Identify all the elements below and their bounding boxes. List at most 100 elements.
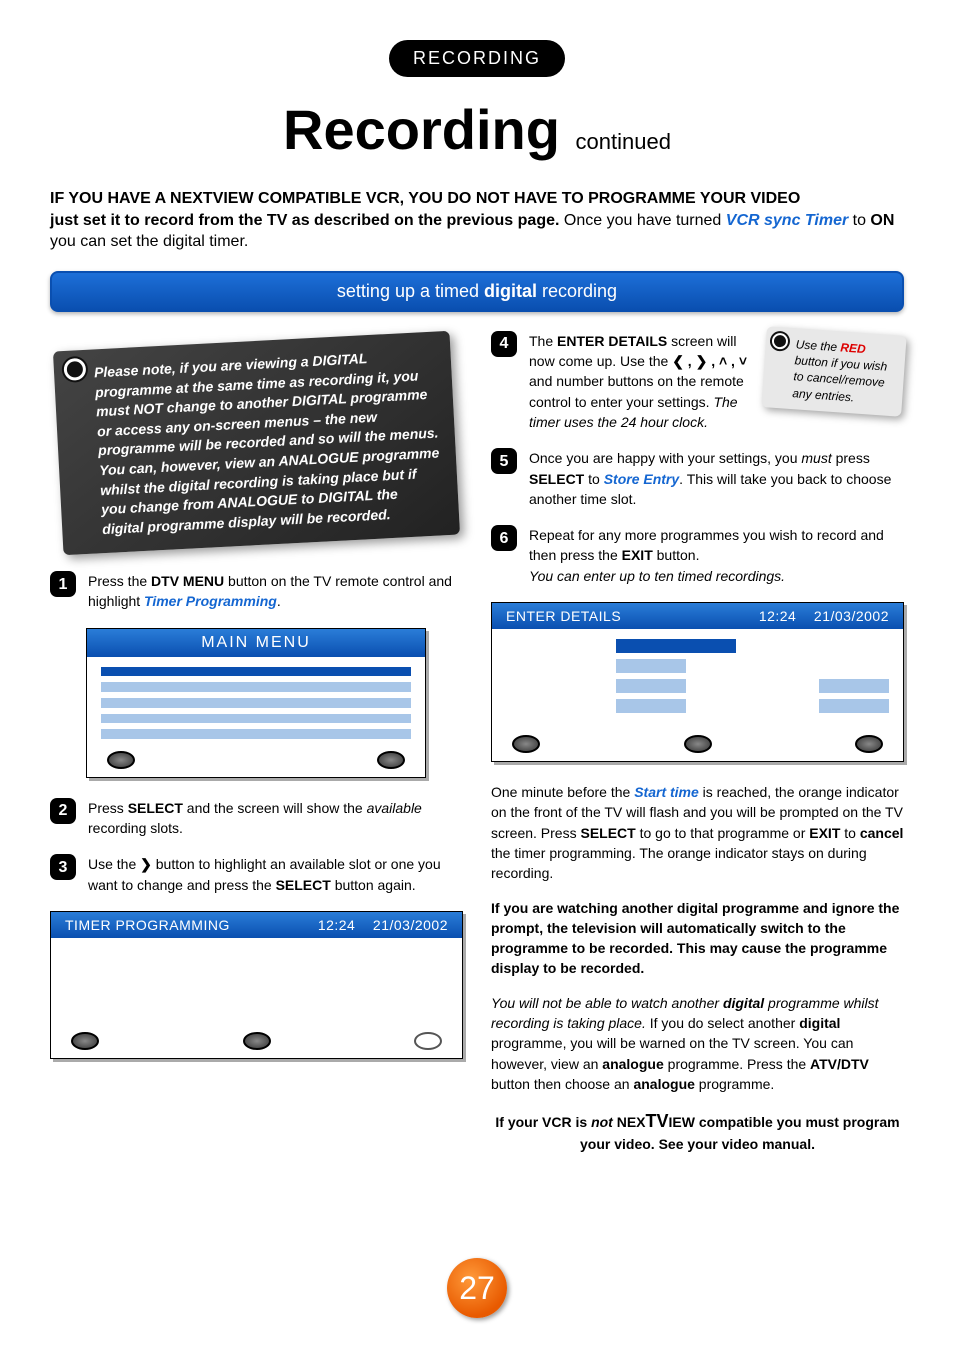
extra-p2: If you are watching another digital prog… (491, 898, 904, 979)
s3-c: SELECT (276, 877, 331, 893)
arrow-icons: ❮ , ❯ , ˄ , ˅ (672, 353, 747, 369)
step-number: 3 (50, 854, 76, 880)
s3-d: button again. (331, 877, 416, 893)
detail-field (616, 679, 686, 693)
s5-a: Once you are happy with your settings, y… (529, 450, 801, 466)
p4b: not (591, 1114, 613, 1130)
section-header-b: digital (484, 281, 537, 301)
menu-row (101, 714, 411, 724)
s5-f: Store Entry (604, 471, 679, 487)
p4a: If your VCR is (495, 1114, 591, 1130)
main-menu-screen: MAIN MENU (86, 628, 426, 778)
detail-field (616, 639, 736, 653)
screen-foot-button (414, 1032, 442, 1050)
section-header-a: setting up a timed (337, 281, 484, 301)
p1a: One minute before the (491, 784, 634, 800)
p3i: ATV/DTV (810, 1056, 869, 1072)
timer-prog-date: 21/03/2002 (373, 917, 448, 933)
enter-details-screen: ENTER DETAILS 12:24 21/03/2002 (491, 602, 904, 762)
intro-line2a: just set it to record from the TV as des… (50, 212, 559, 229)
step-number: 4 (491, 331, 517, 357)
detail-field (616, 659, 686, 673)
step-4: 4 Use the RED button if you wish to canc… (491, 331, 904, 432)
timer-prog-title: TIMER PROGRAMMING (65, 917, 230, 933)
s1-d: Timer Programming (144, 593, 277, 609)
s6-b: EXIT (622, 547, 653, 563)
s6-c: button. (653, 547, 700, 563)
pin-icon (771, 332, 788, 349)
screen-foot-button (71, 1032, 99, 1050)
enter-details-date: 21/03/2002 (814, 608, 889, 624)
s2-e: recording slots. (88, 820, 183, 836)
s2-b: SELECT (128, 800, 183, 816)
screen-foot-button (512, 735, 540, 753)
p1g: to (840, 825, 859, 841)
s4-a: The (529, 333, 557, 349)
timer-prog-time: 12:24 (318, 917, 356, 933)
enter-details-title: ENTER DETAILS (506, 608, 621, 624)
step-5: 5 Once you are happy with your settings,… (491, 448, 904, 509)
p1h: cancel (860, 825, 904, 841)
detail-field (616, 699, 686, 713)
p3e: digital (799, 1015, 840, 1031)
menu-row (101, 729, 411, 739)
section-header: setting up a timed digital recording (50, 271, 904, 312)
step-1: 1 Press the DTV MENU button on the TV re… (50, 571, 463, 612)
tip-red: RED (840, 340, 866, 356)
p1e: to go to that programme or (636, 825, 810, 841)
intro-line2b: Once you have turned (559, 212, 725, 229)
s4-d: and number buttons on the remote control… (529, 373, 744, 409)
s4-b: ENTER DETAILS (557, 333, 667, 349)
extra-p4: If your VCR is not NEXTVIEW compatible y… (491, 1108, 904, 1154)
p1d: SELECT (580, 825, 635, 841)
step-3: 3 Use the ❯ button to highlight an avail… (50, 854, 463, 895)
menu-row (101, 682, 411, 692)
intro-paragraph: IF YOU HAVE A NEXTVIEW COMPATIBLE VCR, Y… (50, 188, 904, 253)
down-arrow-icon: ❯ (140, 856, 152, 872)
tip-c: button if you wish to cancel/remove any … (792, 353, 888, 404)
pin-icon (63, 358, 86, 381)
s6-a: Repeat for any more programmes you wish … (529, 527, 884, 563)
menu-row (101, 667, 411, 677)
note-text: Please note, if you are viewing a DIGITA… (94, 350, 440, 537)
step-2: 2 Press SELECT and the screen will show … (50, 798, 463, 839)
detail-field (819, 679, 889, 693)
title-continued: continued (576, 129, 671, 154)
step-6: 6 Repeat for any more programmes you wis… (491, 525, 904, 586)
detail-field (819, 699, 889, 713)
step-number: 6 (491, 525, 517, 551)
s3-a: Use the (88, 856, 140, 872)
screen-foot-button (855, 735, 883, 753)
title-main: Recording (283, 98, 560, 161)
p4e: IEW (669, 1114, 695, 1130)
menu-row (101, 698, 411, 708)
s2-d: available (367, 800, 422, 816)
nextview-brand: NEXTVIEW (617, 1114, 695, 1130)
intro-bold-line: IF YOU HAVE A NEXTVIEW COMPATIBLE VCR, Y… (50, 190, 800, 207)
note-card: Please note, if you are viewing a DIGITA… (53, 331, 460, 556)
step-number: 1 (50, 571, 76, 597)
p1i: the timer programming. The orange indica… (491, 845, 867, 881)
intro-vcr-sync: VCR sync Timer (726, 212, 848, 229)
p3g: analogue (602, 1056, 663, 1072)
s1-b: DTV MENU (151, 573, 224, 589)
screen-foot-button (377, 751, 405, 769)
p3k: analogue (633, 1076, 694, 1092)
p3l: programme. (695, 1076, 774, 1092)
s6-d: You can enter up to ten timed recordings… (529, 568, 785, 584)
tip-a: Use the (795, 337, 841, 354)
p3h: programme. Press the (664, 1056, 810, 1072)
page-title: Recording continued (50, 97, 904, 162)
screen-foot-button (243, 1032, 271, 1050)
s1-a: Press the (88, 573, 151, 589)
tip-card: Use the RED button if you wish to cancel… (761, 326, 906, 416)
s5-e: to (584, 471, 603, 487)
step-number: 5 (491, 448, 517, 474)
p1b: Start time (634, 784, 699, 800)
main-menu-title: MAIN MENU (87, 629, 425, 657)
extra-p3: You will not be able to watch another di… (491, 993, 904, 1094)
intro-line2f: you can set the digital timer. (50, 233, 248, 250)
section-header-c: recording (537, 281, 617, 301)
p4d: TV (646, 1111, 669, 1131)
p3j: button then choose an (491, 1076, 633, 1092)
